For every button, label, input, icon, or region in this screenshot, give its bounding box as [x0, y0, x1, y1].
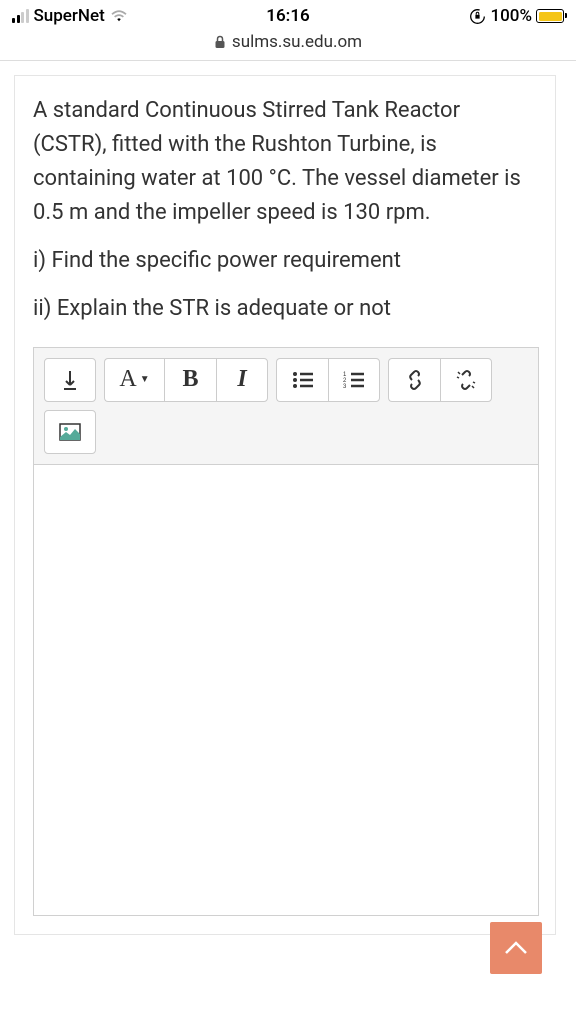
url-text: sulms.su.edu.om	[232, 32, 362, 52]
chevron-up-icon	[504, 941, 528, 955]
editor-toolbar: A ▼ B I	[34, 348, 538, 465]
bullet-list-button[interactable]	[276, 358, 328, 402]
font-group: A ▼ B I	[104, 358, 268, 402]
list-group: 1 2 3	[276, 358, 380, 402]
status-right: 100%	[469, 6, 564, 26]
bullet-list-icon	[292, 371, 314, 389]
link-group	[388, 358, 492, 402]
wifi-icon	[110, 9, 128, 23]
indent-button[interactable]	[44, 358, 96, 402]
carrier-name: SuperNet	[34, 6, 105, 26]
status-time: 16:16	[266, 6, 309, 26]
question-text: A standard Continuous Stirred Tank React…	[33, 94, 539, 327]
battery-icon	[536, 9, 564, 23]
chevron-down-icon: ▼	[140, 374, 150, 385]
link-button[interactable]	[388, 358, 440, 402]
italic-button[interactable]: I	[216, 358, 268, 402]
question-card: A standard Continuous Stirred Tank React…	[14, 75, 556, 935]
font-family-button[interactable]: A ▼	[104, 358, 164, 402]
image-icon	[59, 423, 81, 441]
signal-icon	[12, 10, 29, 23]
unlink-button[interactable]	[440, 358, 492, 402]
status-bar: SuperNet 16:16 100%	[0, 0, 576, 28]
link-icon	[404, 369, 426, 391]
lock-icon	[214, 35, 226, 49]
scroll-to-top-button[interactable]	[490, 922, 542, 974]
bold-button[interactable]: B	[164, 358, 216, 402]
numbered-list-button[interactable]: 1 2 3	[328, 358, 380, 402]
orientation-lock-icon	[469, 8, 486, 25]
unlink-icon	[455, 369, 477, 391]
question-part1: i) Find the specific power requirement	[33, 244, 539, 278]
question-part2: ii) Explain the STR is adequate or not	[33, 292, 539, 326]
indent-icon	[61, 369, 79, 391]
rich-text-editor: A ▼ B I	[33, 347, 539, 916]
editor-textarea[interactable]	[34, 465, 538, 915]
image-button[interactable]	[44, 410, 96, 454]
address-bar[interactable]: sulms.su.edu.om	[0, 28, 576, 61]
question-intro: A standard Continuous Stirred Tank React…	[33, 94, 539, 230]
content-wrapper: A standard Continuous Stirred Tank React…	[0, 61, 576, 949]
status-left: SuperNet	[12, 6, 128, 26]
numbered-list-icon: 1 2 3	[343, 371, 365, 389]
battery-percent: 100%	[490, 6, 532, 26]
svg-text:3: 3	[343, 384, 347, 389]
